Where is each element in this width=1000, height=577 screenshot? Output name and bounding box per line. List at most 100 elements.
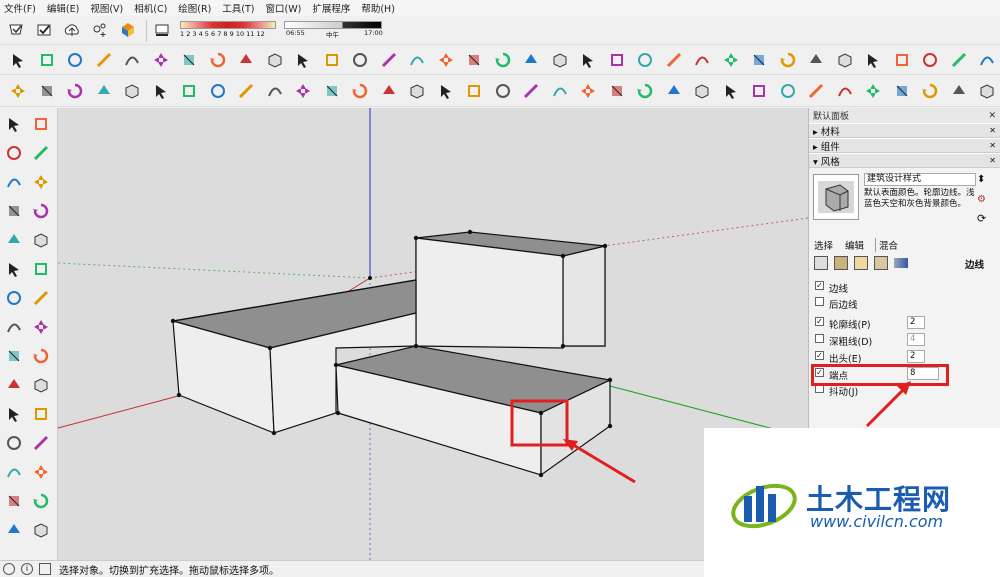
push-pull-icon[interactable] bbox=[607, 81, 627, 101]
tape-measure-icon[interactable] bbox=[664, 81, 684, 101]
profiles-checkbox[interactable]: ✓ bbox=[815, 317, 824, 326]
arc-tool-icon[interactable] bbox=[550, 81, 570, 101]
arc-tool-icon[interactable] bbox=[407, 50, 427, 70]
select-tool-icon[interactable] bbox=[4, 404, 24, 424]
move-tool-icon[interactable] bbox=[8, 81, 28, 101]
circle-tool-icon[interactable] bbox=[65, 50, 85, 70]
tape-measure-icon[interactable] bbox=[521, 50, 541, 70]
arc-tool-icon[interactable] bbox=[4, 172, 24, 192]
circle-tool-icon[interactable] bbox=[4, 433, 24, 453]
shadows-toggle-icon[interactable] bbox=[152, 20, 172, 40]
arc-tool-icon[interactable] bbox=[692, 50, 712, 70]
shadow-month-slider[interactable]: 1 2 3 4 5 6 7 8 9 10 11 12 bbox=[180, 21, 276, 43]
rotate-tool-icon[interactable] bbox=[31, 491, 51, 511]
push-pull-icon[interactable] bbox=[464, 50, 484, 70]
circle-tool-icon[interactable] bbox=[493, 81, 513, 101]
model-info-icon[interactable] bbox=[6, 20, 26, 40]
update-style-icon[interactable]: ⬍ bbox=[977, 174, 989, 186]
style-name-field[interactable]: 建筑设计样式 bbox=[864, 173, 976, 186]
push-pull-icon[interactable] bbox=[322, 81, 342, 101]
close-icon[interactable]: ✕ bbox=[989, 156, 996, 165]
circle-tool-icon[interactable] bbox=[920, 50, 940, 70]
rectangle-tool-icon[interactable] bbox=[322, 50, 342, 70]
section-materials[interactable]: ▸ 材料 ✕ bbox=[809, 123, 1000, 138]
view-iso-icon[interactable] bbox=[550, 50, 570, 70]
depth-cue-checkbox[interactable] bbox=[815, 334, 824, 343]
line-tool-icon[interactable] bbox=[236, 81, 256, 101]
rectangle-tool-icon[interactable] bbox=[607, 50, 627, 70]
tape-measure-icon[interactable] bbox=[949, 81, 969, 101]
select-tool-icon[interactable] bbox=[8, 50, 28, 70]
rectangle-tool-icon[interactable] bbox=[179, 81, 199, 101]
menu-extensions[interactable]: 扩展程序 bbox=[312, 1, 350, 15]
option-extension[interactable]: ✓ 出头(E) 2 bbox=[809, 350, 999, 365]
push-pull-icon[interactable] bbox=[4, 491, 24, 511]
extension-checkbox[interactable]: ✓ bbox=[815, 351, 824, 360]
line-tool-icon[interactable] bbox=[94, 50, 114, 70]
line-tool-icon[interactable] bbox=[31, 433, 51, 453]
tape-measure-icon[interactable] bbox=[379, 81, 399, 101]
tab-select[interactable]: 选择 bbox=[814, 238, 833, 252]
3d-viewport[interactable] bbox=[58, 108, 808, 560]
rectangle-tool-icon[interactable] bbox=[749, 81, 769, 101]
user-icon[interactable] bbox=[39, 563, 51, 575]
view-iso-icon[interactable] bbox=[835, 50, 855, 70]
line-tool-icon[interactable] bbox=[521, 81, 541, 101]
arc-tool-icon[interactable] bbox=[265, 81, 285, 101]
select-tool-icon[interactable] bbox=[4, 114, 24, 134]
watermark-settings-icon[interactable] bbox=[874, 256, 888, 270]
rotate-tool-icon[interactable] bbox=[31, 346, 51, 366]
back-edges-checkbox[interactable] bbox=[815, 297, 824, 306]
push-pull-icon[interactable] bbox=[892, 81, 912, 101]
arc-tool-icon[interactable] bbox=[122, 50, 142, 70]
rotate-tool-icon[interactable] bbox=[920, 81, 940, 101]
rotate-tool-icon[interactable] bbox=[350, 81, 370, 101]
arc-tool-icon[interactable] bbox=[4, 462, 24, 482]
close-icon[interactable]: ✕ bbox=[989, 141, 996, 150]
move-tool-icon[interactable] bbox=[578, 81, 598, 101]
move-tool-icon[interactable] bbox=[863, 81, 883, 101]
rotate-tool-icon[interactable] bbox=[493, 50, 513, 70]
view-iso-icon[interactable] bbox=[265, 50, 285, 70]
line-tool-icon[interactable] bbox=[31, 288, 51, 308]
option-edges[interactable]: ✓ 边线 bbox=[809, 281, 999, 295]
select-tool-icon[interactable] bbox=[578, 50, 598, 70]
select-tool-icon[interactable] bbox=[4, 259, 24, 279]
rectangle-tool-icon[interactable] bbox=[892, 50, 912, 70]
menu-window[interactable]: 窗口(W) bbox=[266, 1, 302, 15]
menu-camera[interactable]: 相机(C) bbox=[134, 1, 167, 15]
view-iso-icon[interactable] bbox=[407, 81, 427, 101]
move-tool-icon[interactable] bbox=[721, 50, 741, 70]
push-pull-icon[interactable] bbox=[179, 50, 199, 70]
select-tool-icon[interactable] bbox=[863, 50, 883, 70]
tape-measure-icon[interactable] bbox=[4, 230, 24, 250]
move-tool-icon[interactable] bbox=[293, 81, 313, 101]
view-iso-icon[interactable] bbox=[122, 81, 142, 101]
tape-measure-icon[interactable] bbox=[4, 520, 24, 540]
push-pull-icon[interactable] bbox=[37, 81, 57, 101]
tape-measure-icon[interactable] bbox=[94, 81, 114, 101]
menu-edit[interactable]: 编辑(E) bbox=[47, 1, 79, 15]
line-tool-icon[interactable] bbox=[806, 81, 826, 101]
menu-file[interactable]: 文件(F) bbox=[4, 1, 36, 15]
view-iso-icon[interactable] bbox=[31, 520, 51, 540]
move-tool-icon[interactable] bbox=[151, 50, 171, 70]
tape-measure-icon[interactable] bbox=[806, 50, 826, 70]
share-component-icon[interactable] bbox=[90, 20, 110, 40]
background-settings-icon[interactable] bbox=[854, 256, 868, 270]
option-depth-cue[interactable]: 深粗线(D) 4 bbox=[809, 333, 999, 348]
select-tool-icon[interactable] bbox=[436, 81, 456, 101]
circle-tool-icon[interactable] bbox=[208, 81, 228, 101]
option-back-edges[interactable]: 后边线 bbox=[809, 297, 999, 311]
push-pull-icon[interactable] bbox=[4, 346, 24, 366]
arc-tool-icon[interactable] bbox=[4, 317, 24, 337]
tab-mix[interactable]: 混合 bbox=[875, 238, 898, 252]
circle-tool-icon[interactable] bbox=[4, 143, 24, 163]
upload-cloud-icon[interactable] bbox=[62, 20, 82, 40]
circle-tool-icon[interactable] bbox=[350, 50, 370, 70]
rectangle-tool-icon[interactable] bbox=[464, 81, 484, 101]
move-tool-icon[interactable] bbox=[31, 172, 51, 192]
rotate-tool-icon[interactable] bbox=[65, 81, 85, 101]
view-iso-icon[interactable] bbox=[692, 81, 712, 101]
section-styles[interactable]: ▾ 风格 ✕ bbox=[809, 153, 1000, 168]
